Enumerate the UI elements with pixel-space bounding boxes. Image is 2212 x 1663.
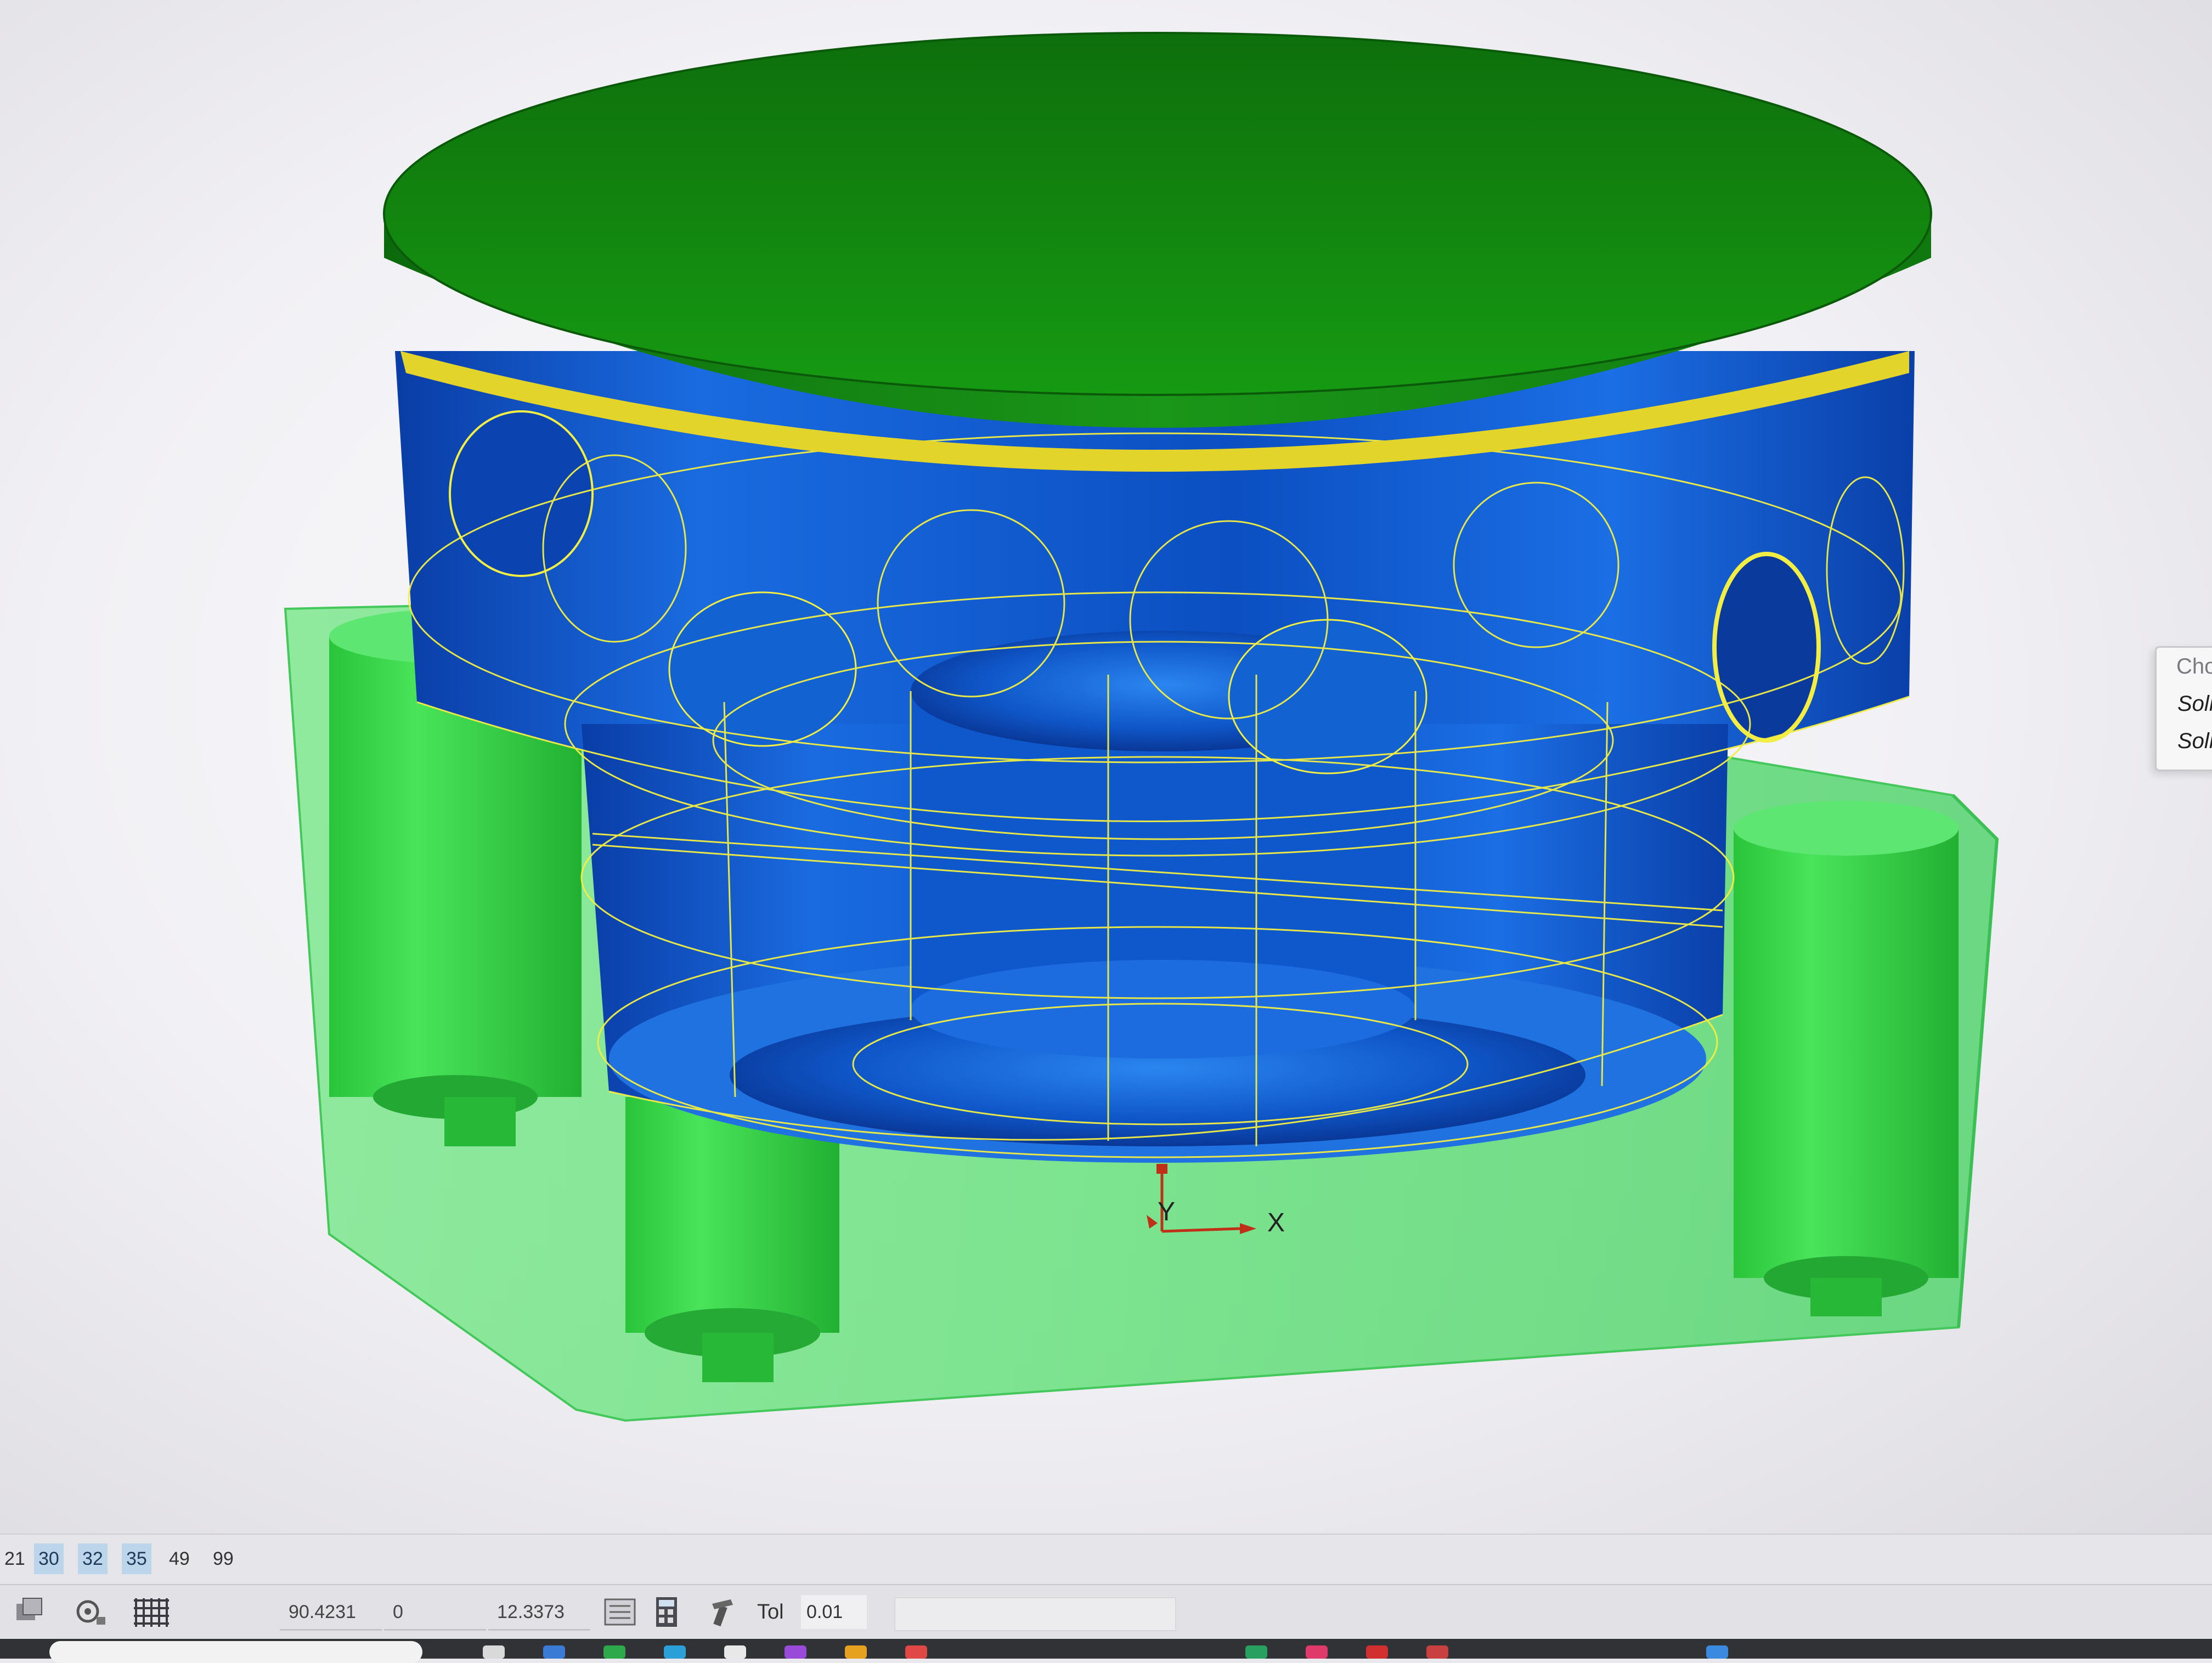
coordinate-x-field[interactable]: 90.4231 — [280, 1595, 382, 1631]
coordinate-y-field[interactable]: 0 — [384, 1595, 486, 1631]
taskbar-app-icon[interactable] — [845, 1645, 867, 1659]
taskbar-app-icon[interactable] — [1306, 1645, 1328, 1659]
fixture-post-right — [1734, 801, 1959, 1316]
tolerance-label: Tol — [757, 1600, 784, 1624]
coordinate-z-field[interactable]: 12.3373 — [488, 1595, 590, 1631]
layer-button-49[interactable]: 49 — [165, 1543, 194, 1574]
grid-icon[interactable] — [132, 1593, 170, 1631]
context-menu-item[interactable]: Soli — [2177, 729, 2212, 754]
context-menu-header: Cho — [2176, 654, 2212, 678]
status-bar: 90.4231 0 12.3373 Tol 0.01 — [0, 1584, 2212, 1640]
layer-button-21[interactable]: 21 — [0, 1543, 30, 1574]
taskbar-search-box[interactable] — [49, 1641, 422, 1663]
tolerance-input[interactable]: 0.01 — [801, 1595, 867, 1629]
axis-x-label: X — [1267, 1208, 1285, 1237]
taskbar-app-icon[interactable] — [664, 1645, 686, 1659]
layer-button-32[interactable]: 32 — [78, 1543, 108, 1574]
layer-button-30[interactable]: 30 — [34, 1543, 64, 1574]
taskbar-app-icon[interactable] — [1366, 1645, 1388, 1659]
message-box — [894, 1597, 1176, 1631]
list-icon[interactable] — [601, 1593, 639, 1631]
tool-icon[interactable] — [702, 1593, 741, 1631]
taskbar-app-icon[interactable] — [603, 1645, 625, 1659]
cad-model-scene[interactable]: X Y — [0, 0, 2212, 1534]
fixture-post-front-left — [625, 1097, 839, 1382]
taskbar-app-icon[interactable] — [1706, 1645, 1728, 1659]
taskbar-app-icon[interactable] — [724, 1645, 746, 1659]
taskbar-app-icon[interactable] — [1245, 1645, 1267, 1659]
layer-bar: 21 30 32 35 49 99 — [0, 1534, 2212, 1585]
layer-icon[interactable] — [11, 1593, 49, 1631]
taskbar-app-icon[interactable] — [905, 1645, 927, 1659]
3d-viewport[interactable]: X Y Cho Soli Soli — [0, 0, 2212, 1534]
taskbar-app-icon[interactable] — [483, 1645, 505, 1659]
taskbar-app-icon[interactable] — [785, 1645, 806, 1659]
calculator-icon[interactable] — [647, 1593, 686, 1631]
axis-y-label: Y — [1158, 1197, 1175, 1226]
context-menu-item[interactable]: Soli — [2177, 692, 2212, 716]
layer-button-35[interactable]: 35 — [122, 1543, 151, 1574]
taskbar-app-icon[interactable] — [1426, 1645, 1448, 1659]
view-settings-icon[interactable] — [71, 1593, 110, 1631]
layer-button-99[interactable]: 99 — [208, 1543, 238, 1574]
context-menu[interactable]: Cho Soli Soli — [2155, 646, 2212, 771]
os-taskbar — [0, 1639, 2212, 1663]
taskbar-app-icon[interactable] — [543, 1645, 565, 1659]
